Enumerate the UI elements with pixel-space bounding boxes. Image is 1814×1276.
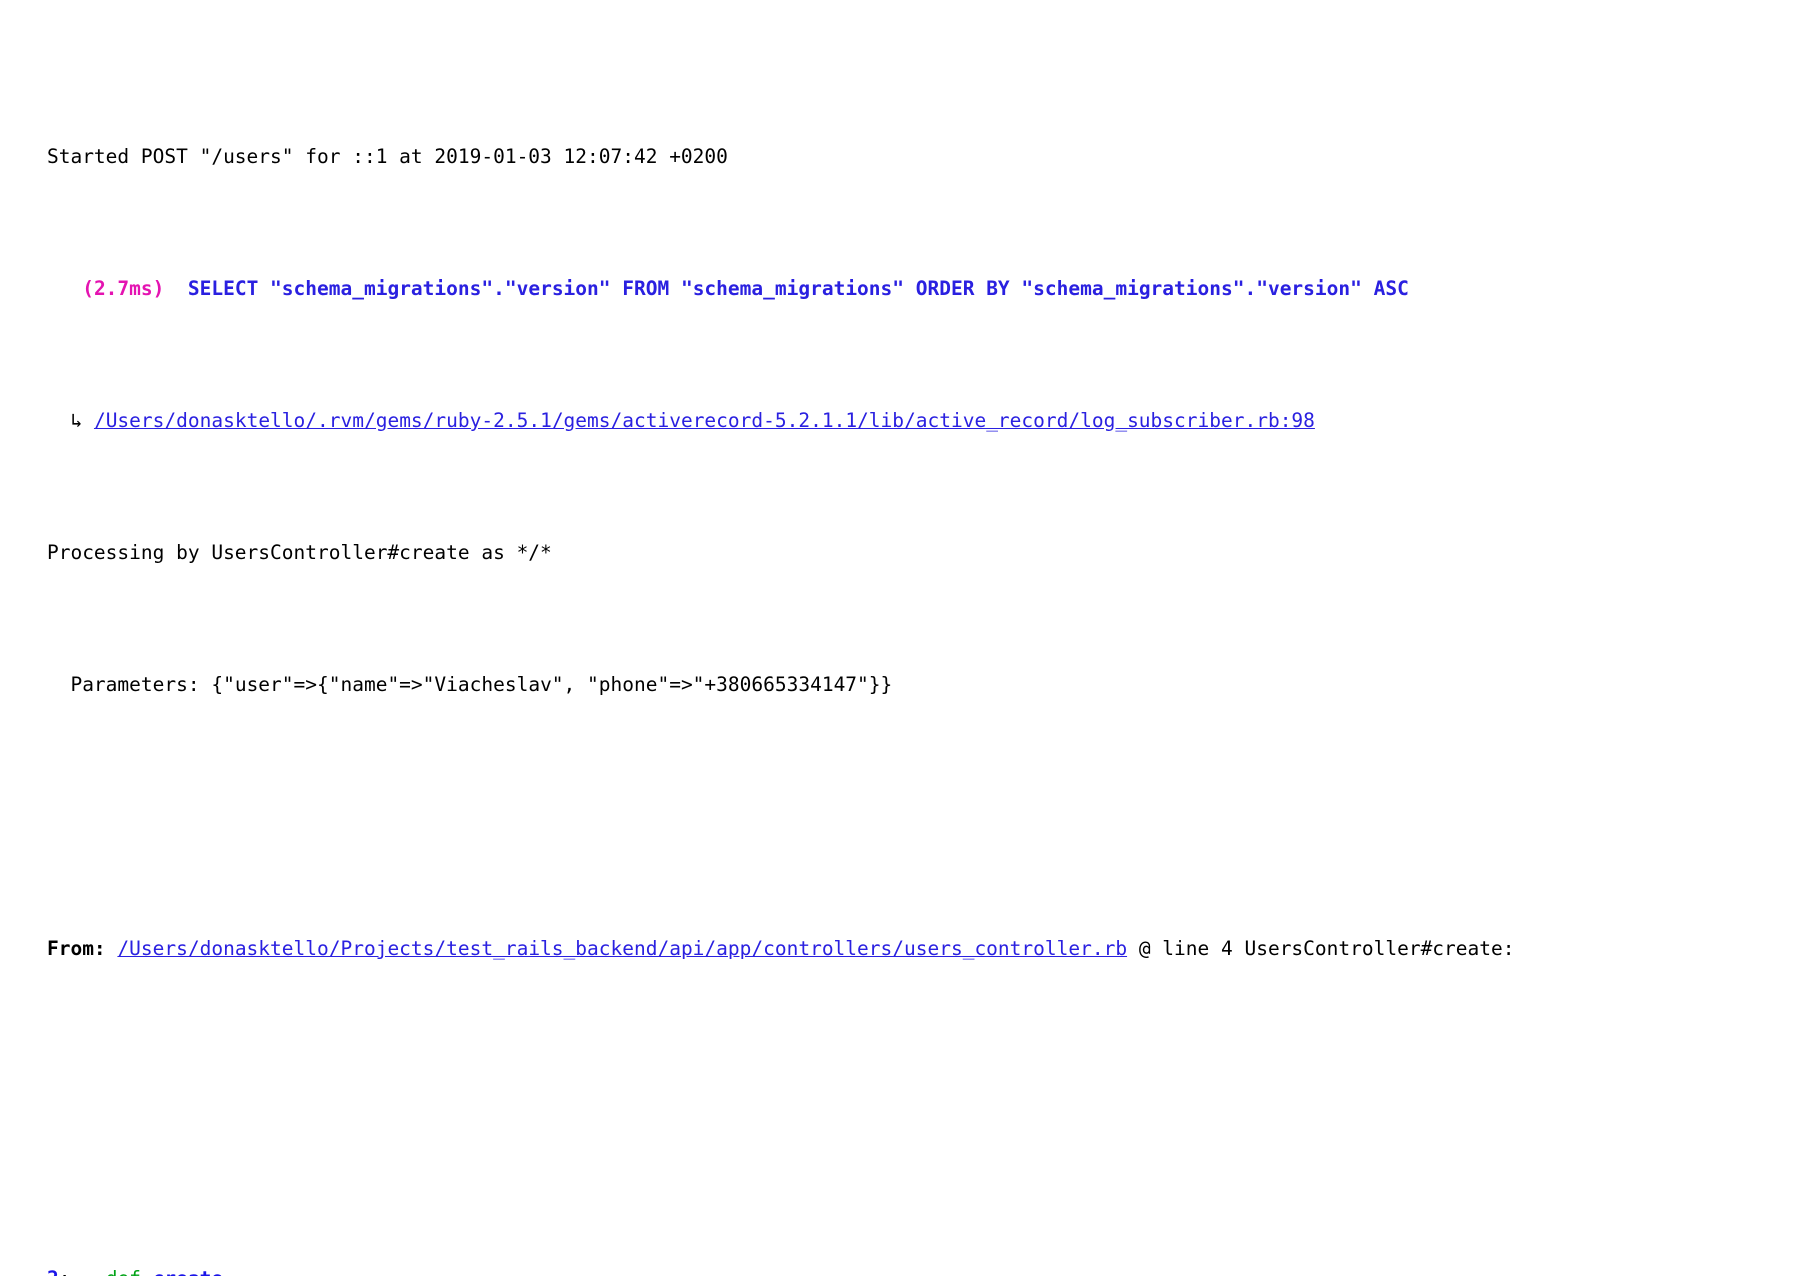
parameters-indent xyxy=(47,673,70,696)
parameters-label: Parameters: xyxy=(70,673,200,696)
parameters-gap xyxy=(200,673,212,696)
sql-timing: (2.7ms) xyxy=(82,277,165,300)
sql-indent xyxy=(47,277,82,300)
from-label: From: xyxy=(46,937,106,960)
parameters-value: {"user"=>{"name"=>"Viacheslav", "phone"=… xyxy=(211,673,893,696)
code-line-marker-spacer xyxy=(0,1267,47,1276)
code-line-colon: : xyxy=(59,1267,71,1276)
caller-path-link[interactable]: /Users/donasktello/.rvm/gems/ruby-2.5.1/… xyxy=(94,409,1315,432)
breakpoint-location-text: @ line 4 UsersController#create: xyxy=(1138,937,1515,960)
log-line-parameters: Parameters: {"user"=>{"name"=>"Viachesla… xyxy=(0,635,1814,696)
from-gap xyxy=(106,937,118,960)
caller-gap xyxy=(82,409,94,432)
code-listing: 2: def create 3: binding.pry => 4: user … xyxy=(0,1262,1814,1276)
code-line-number: 2 xyxy=(47,1267,59,1276)
log-line-started: Started POST "/users" for ::1 at 2019-01… xyxy=(0,107,1814,168)
breakpoint-file-link[interactable]: /Users/donasktello/Projects/test_rails_b… xyxy=(117,937,1127,960)
code-token: create xyxy=(153,1267,223,1276)
log-line-caller: ↳ /Users/donasktello/.rvm/gems/ruby-2.5.… xyxy=(0,371,1814,432)
from-gap2 xyxy=(1127,937,1139,960)
started-request-text: Started POST "/users" for ::1 at 2019-01… xyxy=(46,145,728,168)
log-line-processing: Processing by UsersController#create as … xyxy=(0,503,1814,564)
sql-gap xyxy=(164,277,187,300)
caller-indent xyxy=(47,409,70,432)
terminal-output[interactable]: Started POST "/users" for ::1 at 2019-01… xyxy=(0,0,1814,1276)
code-line: 2: def create xyxy=(0,1262,1814,1276)
sql-query-text: SELECT "schema_migrations"."version" FRO… xyxy=(187,277,1409,300)
processing-text: Processing by UsersController#create as … xyxy=(46,541,552,564)
code-token: def xyxy=(106,1267,153,1276)
breakpoint-from-line: From: /Users/donasktello/Projects/test_r… xyxy=(0,899,1814,960)
log-line-sql: (2.7ms) SELECT "schema_migrations"."vers… xyxy=(0,239,1814,300)
caller-arrow-icon: ↳ xyxy=(70,409,83,432)
